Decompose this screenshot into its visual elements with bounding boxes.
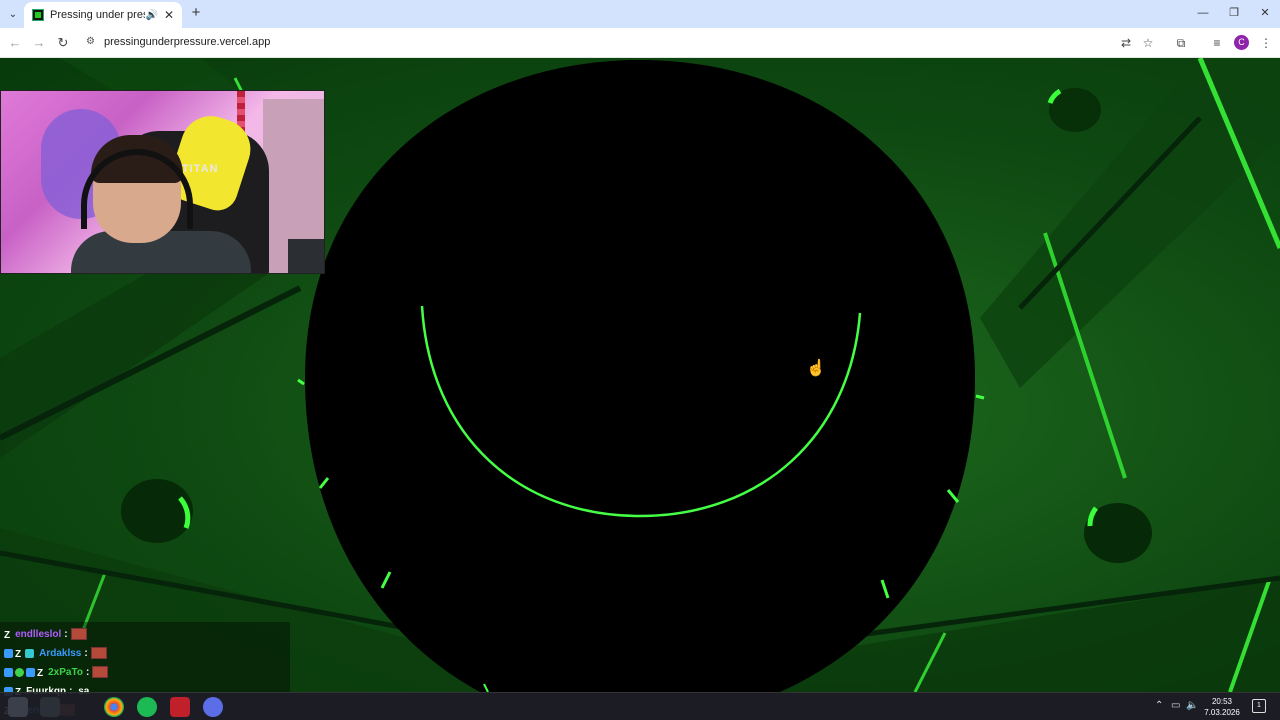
emote-icon — [70, 628, 87, 640]
menu-kebab-icon[interactable]: ⋮ — [1257, 34, 1275, 52]
back-arrow-icon[interactable]: ← — [6, 34, 24, 52]
hand-cursor-icon: ☝ — [806, 360, 826, 377]
z-badge-icon: Z — [4, 629, 11, 641]
beam-right-top — [980, 58, 1280, 388]
new-tab-plus-icon[interactable]: + — [188, 5, 204, 21]
shield-badge-icon — [4, 648, 13, 658]
pit-inner — [408, 60, 872, 576]
forward-arrow-icon[interactable]: → — [30, 34, 48, 52]
bookmark-star-icon[interactable]: ☆ — [1139, 34, 1157, 52]
play-badge-icon — [4, 667, 13, 677]
screen: ⌄ Pressing under pressure 🔊 ✕ + — ❐ ✕ ← … — [0, 0, 1280, 720]
spotify-icon[interactable] — [137, 697, 157, 717]
z-badge-icon: Z — [37, 667, 44, 679]
address-bar[interactable]: pressingunderpressure.vercel.app — [104, 36, 270, 48]
chat-username: Ardaklss — [39, 647, 82, 659]
reload-icon[interactable]: ↻ — [54, 34, 72, 52]
tray-chevron-icon[interactable]: ⌃ — [1155, 700, 1163, 711]
chat-message: Z Ardaklss : — [4, 645, 107, 661]
emote-icon — [92, 666, 109, 678]
task-view-icon[interactable] — [40, 697, 60, 717]
taskbar: ⌃ ▭ 🔈 20:53 7.03.2026 1 — [0, 692, 1280, 720]
tab-search-chevron-icon[interactable]: ⌄ — [4, 5, 22, 23]
emote-icon — [90, 647, 107, 659]
taskbar-clock[interactable]: 20:53 7.03.2026 — [1200, 696, 1244, 718]
network-icon[interactable]: ▭ — [1171, 700, 1180, 711]
extensions-puzzle-icon[interactable]: ⧉ — [1172, 34, 1190, 52]
site-info-icon[interactable]: ⚙ — [86, 36, 98, 48]
gear-badge-icon — [15, 667, 24, 677]
gift-badge-icon — [25, 648, 35, 658]
tab-title: Pressing under pressure — [50, 9, 145, 21]
notch — [975, 394, 985, 400]
chat-message: Z 2xPaTo : — [4, 664, 109, 680]
clock-date: 7.03.2026 — [1204, 708, 1240, 717]
site-favicon-icon — [32, 9, 44, 21]
profile-avatar[interactable]: C — [1234, 35, 1249, 50]
clock-time: 20:53 — [1211, 697, 1233, 706]
speaker-icon[interactable]: 🔊 — [145, 10, 157, 21]
start-icon[interactable] — [8, 697, 28, 717]
volume-icon[interactable]: 🔈 — [1186, 700, 1198, 711]
notification-icon[interactable]: 1 — [1252, 699, 1266, 713]
chat-username: 2xPaTo — [48, 666, 83, 678]
notch — [297, 378, 305, 386]
monitor — [288, 239, 324, 273]
rivet — [121, 479, 193, 543]
chat-username: endlleslol — [15, 628, 62, 640]
chrome-icon[interactable] — [104, 697, 124, 717]
close-window-icon[interactable]: ✕ — [1250, 4, 1280, 22]
tab-active[interactable]: Pressing under pressure 🔊 ✕ — [24, 2, 182, 28]
browser-toolbar: ← → ↻ ⚙ pressingunderpressure.vercel.app… — [0, 28, 1280, 58]
close-tab-icon[interactable]: ✕ — [164, 8, 174, 22]
chat-message: Z endlleslol : — [4, 626, 87, 642]
translate-icon[interactable]: ⇄ — [1117, 34, 1135, 52]
app-icon[interactable] — [203, 697, 223, 717]
tab-strip: ⌄ Pressing under pressure 🔊 ✕ + — ❐ ✕ — [0, 0, 1280, 28]
minimize-icon[interactable]: — — [1188, 4, 1218, 22]
shield-badge-icon — [26, 667, 35, 677]
webcam-overlay: &TITAN — [0, 90, 325, 274]
restore-icon[interactable]: ❐ — [1219, 4, 1249, 22]
voicemeeter-icon[interactable] — [170, 697, 190, 717]
media-control-icon[interactable]: ≡ — [1208, 34, 1226, 52]
z-badge-icon: Z — [15, 648, 22, 660]
